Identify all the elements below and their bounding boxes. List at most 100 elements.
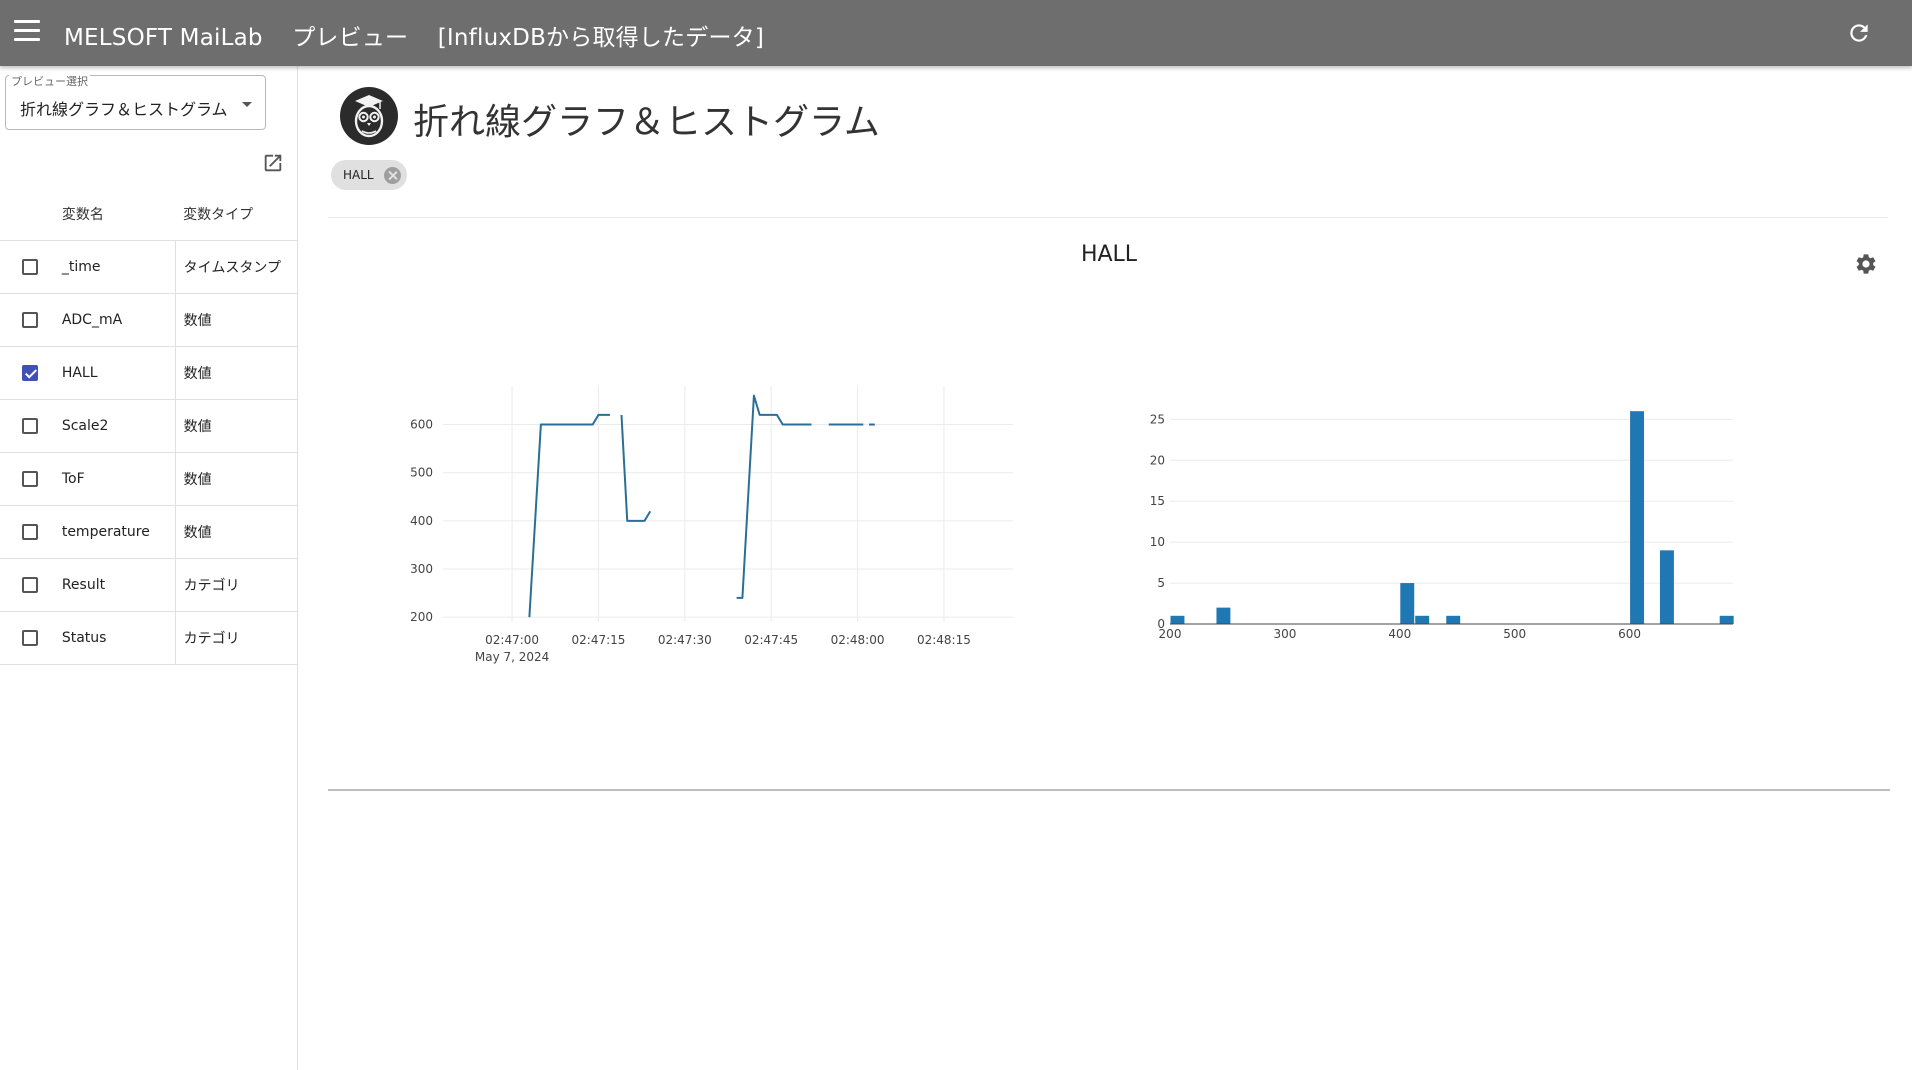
settings-gear-icon[interactable] [1854, 252, 1878, 276]
variable-name: _time [61, 240, 176, 294]
sidebar: プレビュー選択 折れ線グラフ＆ヒストグラム 変数名 変数タイプ _time タイム… [0, 66, 298, 1070]
variable-type: 数値 [174, 452, 297, 506]
checkbox-cell [0, 399, 62, 453]
preview-select-value: 折れ線グラフ＆ヒストグラム [20, 100, 228, 119]
x-tick-label: 300 [1273, 627, 1296, 641]
checkbox-cell [0, 240, 62, 294]
checkbox-cell [0, 505, 62, 559]
variable-row[interactable]: HALL 数値 [0, 346, 297, 400]
series-line-segment [528, 413, 610, 618]
variable-type: 数値 [174, 346, 297, 400]
variable-checkbox[interactable] [22, 577, 38, 593]
page-title: 折れ線グラフ＆ヒストグラム [413, 102, 880, 143]
variable-name: ADC_mA [61, 293, 176, 347]
variable-name: temperature [61, 505, 176, 559]
variable-chip[interactable]: HALL [331, 160, 407, 190]
y-tick-label: 200 [410, 610, 433, 624]
y-tick-label: 15 [1150, 494, 1165, 508]
checkbox-cell [0, 452, 62, 506]
variable-checkbox[interactable] [22, 524, 38, 540]
app-name: MELSOFT MaiLab [64, 25, 263, 51]
variable-name: Status [61, 611, 176, 665]
variable-checkbox[interactable] [22, 259, 38, 275]
x-tick-label: 02:47:15 [572, 633, 626, 647]
variable-checkbox[interactable] [22, 630, 38, 646]
x-tick-label: 500 [1503, 627, 1526, 641]
preview-select-label: プレビュー選択 [9, 75, 90, 89]
owl-mascot-icon [340, 87, 398, 145]
checkbox-cell [0, 293, 62, 347]
preview-select[interactable]: プレビュー選択 折れ線グラフ＆ヒストグラム [5, 75, 266, 130]
variable-type: 数値 [174, 505, 297, 559]
histogram-bar [1400, 583, 1415, 624]
variable-row[interactable]: ToF 数値 [0, 452, 297, 506]
y-tick-label: 300 [410, 562, 433, 576]
x-tick-label: 02:47:00 [485, 633, 539, 647]
variable-name: HALL [61, 346, 176, 400]
x-tick-label: 02:47:45 [744, 633, 798, 647]
histogram-bar [1446, 615, 1461, 624]
series-line-segment [736, 394, 812, 599]
main-content: 折れ線グラフ＆ヒストグラム HALL HALL 200 300 400 500 600 0… [298, 66, 1912, 1070]
variable-row[interactable]: Status カテゴリ [0, 611, 297, 665]
chip-remove-icon[interactable] [383, 166, 401, 184]
variable-type: カテゴリ [174, 611, 297, 665]
variable-checkbox[interactable] [22, 365, 38, 381]
y-tick-label: 600 [410, 418, 433, 432]
variable-row[interactable]: ADC_mA 数値 [0, 293, 297, 347]
app-title: MELSOFT MaiLab プレビュー [InfluxDBから取得したデータ] [64, 18, 786, 52]
x-tick-label: 600 [1618, 627, 1641, 641]
variable-checkbox[interactable] [22, 471, 38, 487]
variable-table: 変数名 変数タイプ _time タイムスタンプ ADC_mA 数値 HALL 数値 Scal… [0, 188, 297, 665]
dropdown-caret-icon [242, 102, 252, 107]
variable-table-header: 変数名 変数タイプ [0, 188, 297, 241]
variable-row[interactable]: temperature 数値 [0, 505, 297, 559]
chart-title: HALL [1080, 242, 1138, 267]
histogram-bar [1719, 615, 1734, 624]
y-tick-label: 10 [1150, 535, 1165, 549]
series-line-segment [620, 414, 652, 522]
variable-chip-label: HALL [343, 168, 374, 182]
open-in-new-icon[interactable] [262, 152, 284, 174]
refresh-icon[interactable] [1846, 20, 1872, 46]
y-tick-label: 5 [1157, 576, 1165, 590]
app-bar: MELSOFT MaiLab プレビュー [InfluxDBから取得したデータ] [0, 0, 1912, 66]
y-tick-label: 500 [410, 466, 433, 480]
x-date-label: May 7, 2024 [475, 650, 549, 664]
data-source: [InfluxDBから取得したデータ] [437, 25, 765, 51]
y-tick-label: 25 [1150, 412, 1165, 426]
header-variable-type: 変数タイプ [175, 188, 297, 241]
x-tick-label: 02:48:00 [831, 633, 885, 647]
variable-name: Scale2 [61, 399, 176, 453]
histogram-chart: 0510152025200 300 400 500 600 [1150, 411, 1734, 641]
variable-name: ToF [61, 452, 176, 506]
variable-type: タイムスタンプ [174, 240, 297, 294]
histogram-bar [1170, 615, 1185, 624]
variable-row[interactable]: Result カテゴリ [0, 558, 297, 612]
variable-type: 数値 [174, 399, 297, 453]
header-checkbox-col [0, 188, 62, 241]
checkbox-cell [0, 558, 62, 612]
x-tick-label: 02:48:15 [917, 633, 971, 647]
checkbox-cell [0, 611, 62, 665]
chart-card: HALL 200 300 400 500 600 02:47:00 02:47:15 02:4… [328, 218, 1890, 791]
x-tick-label: 400 [1388, 627, 1411, 641]
histogram-bar [1415, 615, 1430, 624]
x-tick-label: 200 [1159, 627, 1182, 641]
variable-checkbox[interactable] [22, 418, 38, 434]
variable-row[interactable]: _time タイムスタンプ [0, 240, 297, 294]
variable-name: Result [61, 558, 176, 612]
histogram-bar [1659, 550, 1674, 624]
line-chart: 200 300 400 500 600 02:47:00 02:47:15 02:47:30 0… [410, 386, 1013, 664]
variable-checkbox[interactable] [22, 312, 38, 328]
header-variable-name: 変数名 [61, 188, 176, 241]
variable-type: 数値 [174, 293, 297, 347]
checkbox-cell [0, 346, 62, 400]
hamburger-menu-icon[interactable] [14, 20, 42, 46]
x-tick-label: 02:47:30 [658, 633, 712, 647]
histogram-bar [1216, 607, 1231, 624]
variable-row[interactable]: Scale2 数値 [0, 399, 297, 453]
variable-type: カテゴリ [174, 558, 297, 612]
y-tick-label: 20 [1150, 453, 1165, 467]
app-mode: プレビュー [292, 25, 409, 51]
